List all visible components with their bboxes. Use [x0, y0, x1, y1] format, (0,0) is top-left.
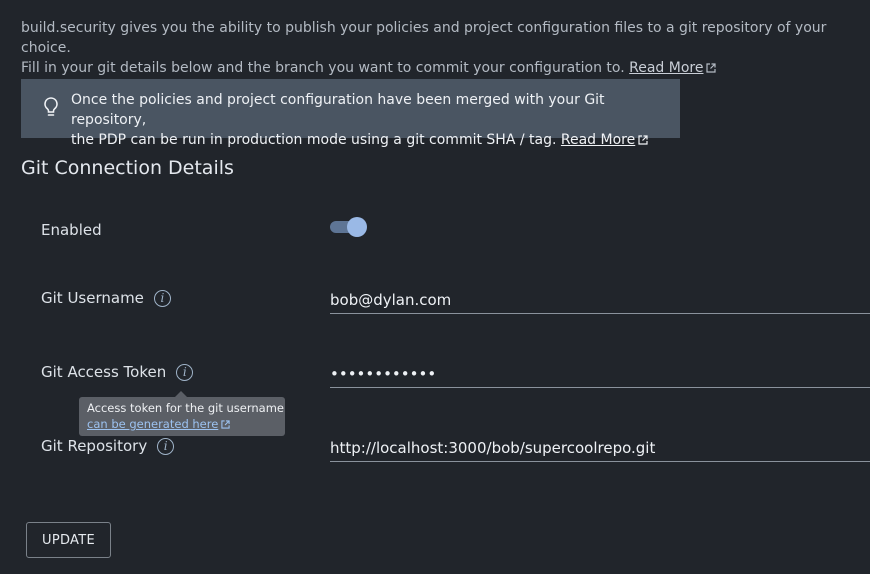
- username-label-text: Git Username: [41, 289, 144, 307]
- git-username-input[interactable]: [330, 286, 870, 314]
- intro-text: build.security gives you the ability to …: [21, 18, 861, 78]
- intro-line-1: build.security gives you the ability to …: [21, 20, 827, 56]
- info-read-more-link[interactable]: Read More: [561, 132, 635, 148]
- username-info-icon[interactable]: i: [153, 289, 171, 307]
- username-label: Git Username i: [41, 289, 171, 307]
- repository-label-text: Git Repository: [41, 437, 148, 455]
- info-line-1: Once the policies and project configurat…: [71, 92, 605, 128]
- info-line-2-text: the PDP can be run in production mode us…: [71, 132, 557, 148]
- info-read-more-label: Read More: [560, 132, 636, 148]
- tooltip-link-line: can be generated here: [87, 416, 277, 432]
- token-tooltip: Access token for the git username can be…: [79, 391, 285, 436]
- tooltip-generate-link[interactable]: can be generated here: [87, 417, 218, 431]
- lightbulb-icon: [44, 97, 58, 116]
- repository-label: Git Repository i: [41, 437, 175, 455]
- info-line-2: the PDP can be run in production mode us…: [71, 130, 680, 150]
- enabled-label-text: Enabled: [41, 221, 102, 239]
- external-link-icon: [638, 135, 648, 145]
- token-info-icon[interactable]: i: [176, 363, 194, 381]
- update-button[interactable]: UPDATE: [26, 522, 111, 558]
- intro-read-more-label: Read More: [629, 60, 704, 76]
- enabled-label: Enabled: [41, 221, 102, 239]
- git-access-token-input[interactable]: [330, 360, 870, 388]
- toggle-thumb: [347, 217, 367, 237]
- token-label: Git Access Token i: [41, 363, 194, 381]
- tooltip-text: Access token for the git username: [87, 401, 284, 415]
- token-label-text: Git Access Token: [41, 363, 167, 381]
- info-callout: Once the policies and project configurat…: [21, 79, 680, 148]
- intro-line-2: Fill in your git details below and the b…: [21, 58, 861, 78]
- external-link-icon: [706, 63, 717, 73]
- intro-read-more-link[interactable]: Read More: [629, 60, 703, 76]
- info-callout-text: Once the policies and project configurat…: [71, 90, 680, 150]
- enabled-toggle[interactable]: [330, 217, 368, 237]
- section-title: Git Connection Details: [21, 157, 234, 179]
- external-link-icon: [221, 420, 230, 429]
- git-settings-page: build.security gives you the ability to …: [0, 0, 870, 574]
- git-repository-input[interactable]: [330, 434, 870, 462]
- intro-line-2-text: Fill in your git details below and the b…: [21, 60, 625, 76]
- repository-info-icon[interactable]: i: [157, 437, 175, 455]
